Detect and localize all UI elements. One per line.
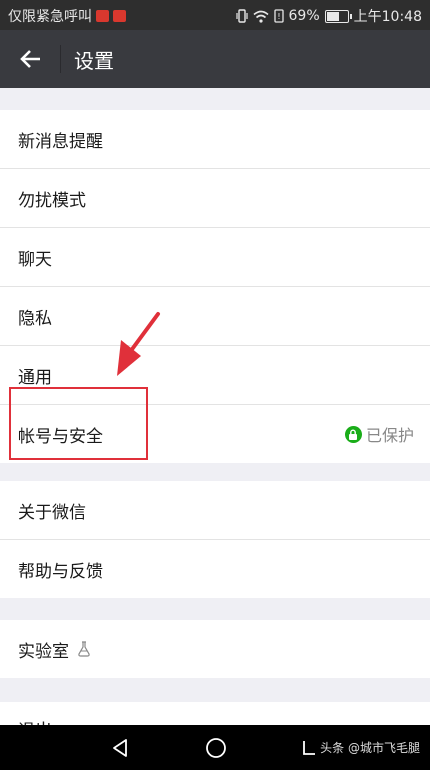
setting-label: 实验室: [18, 641, 69, 662]
setting-label: 通用: [18, 367, 52, 388]
recent-apps-icon: [303, 741, 315, 755]
setting-label: 聊天: [18, 249, 52, 270]
status-bar: 仅限紧急呼叫 ! 69% 上午10:48: [0, 0, 430, 30]
setting-label: 隐私: [18, 308, 52, 329]
app-notification-icon-2: [113, 10, 126, 22]
settings-group-2: 关于微信 帮助与反馈: [0, 481, 430, 598]
nav-back-button[interactable]: [108, 735, 134, 761]
setting-label: 勿扰模式: [18, 190, 86, 211]
setting-label: 退出: [18, 716, 52, 725]
battery-percent: 69%: [288, 8, 320, 24]
setting-chat[interactable]: 聊天: [0, 228, 430, 287]
protection-status-text: 已保护: [365, 426, 414, 445]
setting-do-not-disturb[interactable]: 勿扰模式: [0, 169, 430, 228]
settings-group-3: 实验室: [0, 620, 430, 678]
circle-home-icon: [206, 738, 226, 758]
svg-text:!: !: [277, 12, 280, 21]
setting-label: 新消息提醒: [18, 131, 103, 152]
sim-icon: !: [273, 9, 284, 23]
back-button[interactable]: [14, 43, 46, 75]
wifi-icon: [252, 10, 269, 23]
settings-group-4: 退出: [0, 702, 430, 725]
arrow-left-icon: [20, 50, 40, 68]
setting-logout[interactable]: 退出: [0, 702, 430, 725]
setting-about-wechat[interactable]: 关于微信: [0, 481, 430, 540]
nav-home-button[interactable]: [203, 735, 229, 761]
title-divider: [60, 45, 61, 73]
nav-recent-button[interactable]: [296, 735, 322, 761]
status-right: ! 69% 上午10:48: [235, 6, 422, 26]
title-bar: 设置: [0, 30, 430, 88]
triangle-back-icon: [113, 739, 127, 757]
app-notification-icon: [96, 10, 109, 22]
carrier-text: 仅限紧急呼叫: [8, 9, 92, 25]
setting-label: 关于微信: [18, 502, 86, 523]
clock: 上午10:48: [353, 9, 422, 25]
lock-icon: [344, 425, 362, 443]
protection-status: 已保护: [344, 405, 414, 463]
system-nav-bar: 头条 @城市飞毛腿: [0, 725, 430, 770]
setting-help-feedback[interactable]: 帮助与反馈: [0, 540, 430, 598]
setting-new-message-alert[interactable]: 新消息提醒: [0, 110, 430, 169]
setting-lab[interactable]: 实验室: [0, 620, 430, 678]
watermark-text: 头条 @城市飞毛腿: [320, 741, 420, 755]
page-title: 设置: [74, 49, 114, 73]
flask-icon: [77, 641, 91, 657]
status-left: 仅限紧急呼叫: [8, 6, 126, 26]
setting-label: 帮助与反馈: [18, 561, 103, 582]
vibrate-icon: [235, 9, 248, 23]
battery-icon: [324, 9, 352, 23]
annotation-highlight-box: [9, 387, 148, 460]
setting-privacy[interactable]: 隐私: [0, 287, 430, 346]
